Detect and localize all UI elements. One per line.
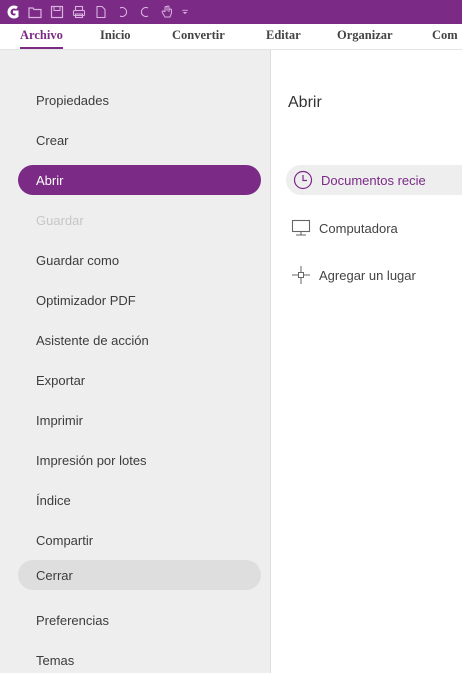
- undo-icon[interactable]: [114, 0, 132, 24]
- sidebar-item-indice[interactable]: Índice: [18, 485, 261, 515]
- sidebar-item-preferencias[interactable]: Preferencias: [18, 605, 261, 635]
- sidebar-item-impresion-por-lotes[interactable]: Impresión por lotes: [18, 445, 261, 475]
- sidebar-item-asistente-de-accion[interactable]: Asistente de acción: [18, 325, 261, 355]
- sidebar-item-guardar-como[interactable]: Guardar como: [18, 245, 261, 275]
- sidebar-item-propiedades[interactable]: Propiedades: [18, 85, 261, 115]
- open-option-label: Documentos recie: [321, 172, 426, 188]
- sidebar-item-compartir[interactable]: Compartir: [18, 525, 261, 555]
- print-icon[interactable]: [70, 0, 88, 24]
- plus-icon: [288, 262, 314, 288]
- open-panel: Abrir Documentos recie Computadora Agreg…: [272, 50, 462, 673]
- sidebar-item-guardar: Guardar: [36, 212, 84, 228]
- tab-comentar[interactable]: Com: [432, 28, 458, 49]
- tab-convertir[interactable]: Convertir: [172, 28, 225, 49]
- monitor-icon: [288, 215, 314, 241]
- sidebar-item-temas[interactable]: Temas: [18, 645, 261, 673]
- tab-editar[interactable]: Editar: [266, 28, 301, 49]
- sidebar-item-crear[interactable]: Crear: [18, 125, 261, 155]
- clock-icon: [290, 167, 316, 193]
- sidebar-item-exportar[interactable]: Exportar: [18, 365, 261, 395]
- redo-icon[interactable]: [136, 0, 154, 24]
- new-document-icon[interactable]: [92, 0, 110, 24]
- tab-inicio[interactable]: Inicio: [100, 28, 131, 49]
- sidebar-item-optimizador-pdf[interactable]: Optimizador PDF: [18, 285, 261, 315]
- tab-archivo[interactable]: Archivo: [20, 28, 63, 49]
- hand-tool-icon[interactable]: [158, 0, 176, 24]
- open-folder-icon[interactable]: [26, 0, 44, 24]
- file-menu-sidebar: Propiedades Crear Abrir Guardar Guardar …: [0, 50, 271, 673]
- quick-access-toolbar: [0, 0, 462, 24]
- sidebar-item-imprimir[interactable]: Imprimir: [18, 405, 261, 435]
- sidebar-item-cerrar[interactable]: Cerrar: [18, 560, 261, 590]
- app-logo-icon: [4, 0, 22, 24]
- open-option-documentos-recientes[interactable]: Documentos recie: [286, 165, 462, 195]
- ribbon-tab-bar: Archivo Inicio Convertir Editar Organiza…: [0, 24, 462, 50]
- page-title: Abrir: [288, 94, 322, 111]
- customize-toolbar-dropdown-icon[interactable]: [180, 0, 190, 24]
- open-option-computadora[interactable]: Computadora: [288, 213, 398, 243]
- save-icon[interactable]: [48, 0, 66, 24]
- open-option-label: Computadora: [319, 220, 398, 236]
- open-option-agregar-un-lugar[interactable]: Agregar un lugar: [288, 260, 416, 290]
- sidebar-item-abrir[interactable]: Abrir: [18, 165, 261, 195]
- open-option-label: Agregar un lugar: [319, 267, 416, 283]
- tab-organizar[interactable]: Organizar: [337, 28, 393, 49]
